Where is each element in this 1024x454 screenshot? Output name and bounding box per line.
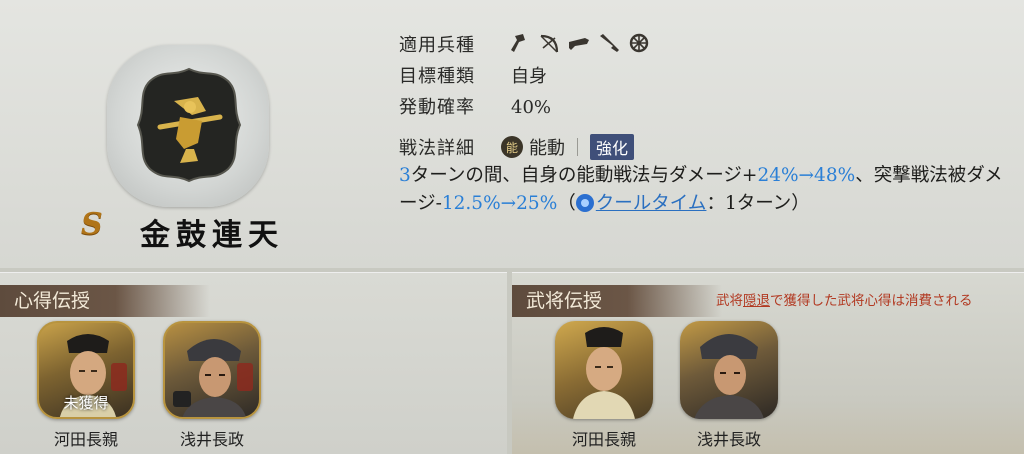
spear-icon [507,32,531,54]
notice-post: で獲得した武将心得は消費される [770,293,973,309]
general-name: 河田長親 [53,430,118,449]
troop-label: 適用兵種 [399,35,475,56]
cooldown-link[interactable]: クールタイム [596,193,707,214]
general-portrait-azai-full[interactable] [680,321,778,419]
seal-icon [237,363,253,391]
target-label: 目標種類 [399,66,475,87]
general-transfer-title: 武将伝授 [512,285,722,317]
desc-paren: （ [557,193,576,214]
taiko-drummer-emblem-icon [136,67,242,183]
general-portrait-azai[interactable] [163,321,261,419]
clan-badge-icon [173,391,191,407]
general-portrait-kawada[interactable]: 未獲得 [37,321,135,419]
desc-part-1: ターンの間、自身の能動戦法与ダメージ+ [410,165,758,186]
cooldown-icon [575,194,594,212]
azai-face-icon [694,334,764,419]
cavalry-icon [597,32,621,54]
detail-label: 戦法詳細 [399,138,475,159]
knowledge-transfer-title: 心得伝授 [0,285,210,317]
active-type-icon: 能 [501,136,523,158]
skill-rank: S [81,207,103,242]
detail-row: 戦法詳細 能 能動 強化 [399,134,635,160]
knowledge-transfer-panel: 心得伝授 未獲得 河田長親 浅井長政 [0,272,507,454]
general-portrait-kawada-full[interactable] [555,321,653,419]
troop-icons [507,32,651,54]
damage-up-value: 24%→48% [757,165,856,186]
general-name: 浅井長政 [696,430,761,449]
acquisition-status: 未獲得 [63,394,109,412]
notice-pre: 武将 [716,293,743,309]
damage-down-value: 12.5%→25% [441,193,558,214]
chance-row: 発動確率 40% [399,93,551,119]
cooldown-rest: ：1ターン） [706,193,810,214]
siege-icon [627,32,651,54]
rifle-icon [567,32,591,54]
retirement-notice: 武将隠退で獲得した武将心得は消費される [716,289,973,309]
general-transfer-panel: 武将伝授 武将隠退で獲得した武将心得は消費される 河田長親 浅井長政 [512,272,1024,454]
retirement-link[interactable]: 隠退 [743,293,770,309]
bow-icon [537,32,561,54]
divider [577,138,578,156]
skill-name: 金鼓連天 [140,218,284,253]
target-value: 自身 [511,66,547,87]
skill-type: 能動 [529,138,565,159]
general-name: 浅井長政 [179,430,244,449]
skill-description: 3ターンの間、自身の能動戦法与ダメージ+24%→48%、突撃戦法被ダメージ-12… [399,162,1009,218]
kawada-face-icon [573,327,635,419]
chance-value: 40% [511,97,552,118]
turn-count: 3 [399,165,411,186]
troop-row: 適用兵種 [399,31,511,57]
seal-icon [111,363,127,391]
chance-label: 発動確率 [399,97,475,118]
general-name: 河田長親 [571,430,636,449]
target-row: 目標種類 自身 [399,62,547,88]
enhance-badge: 強化 [590,134,635,160]
